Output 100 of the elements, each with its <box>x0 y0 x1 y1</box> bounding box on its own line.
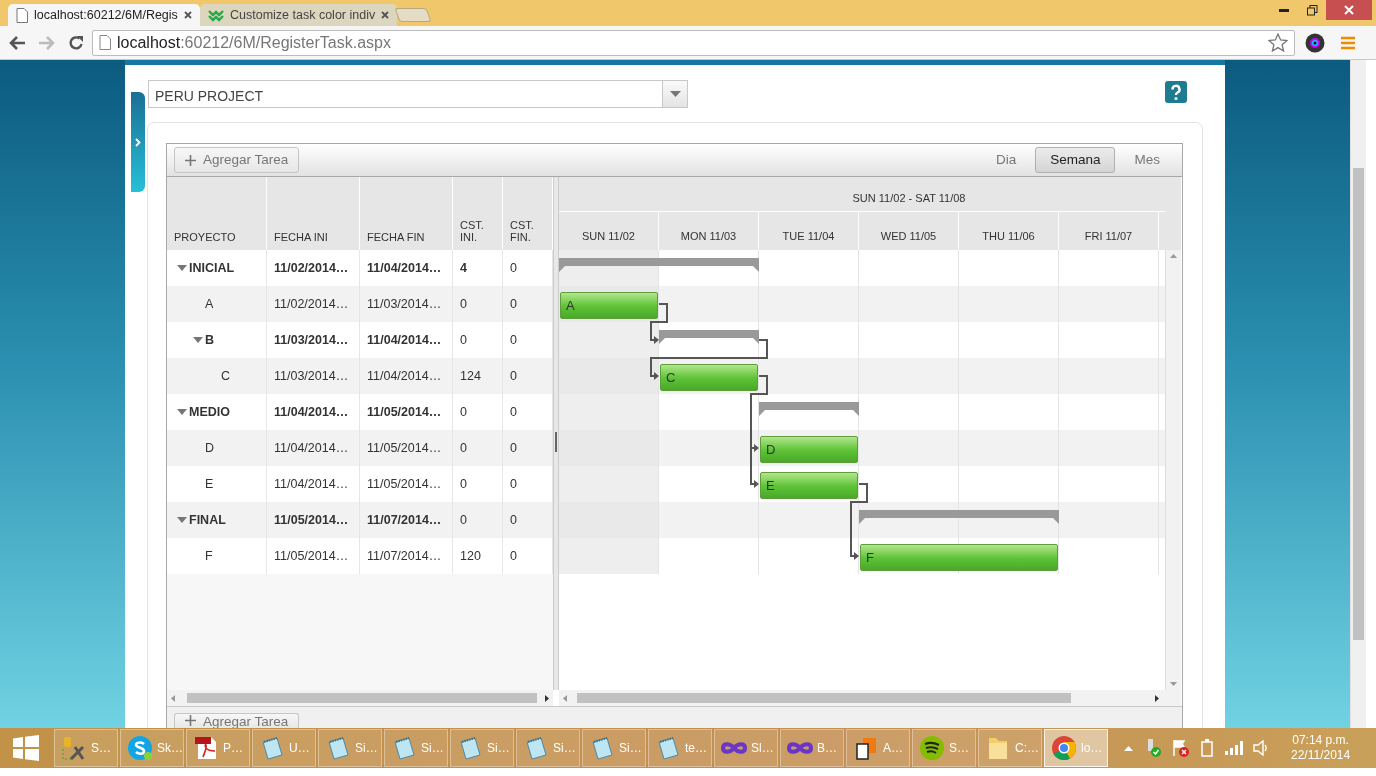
minimize-icon <box>1279 8 1289 12</box>
notepad-icon <box>325 735 351 761</box>
view-tab[interactable]: Semana <box>1035 147 1116 173</box>
taskbar-item[interactable]: P… <box>186 729 250 767</box>
splitter-handle[interactable] <box>555 432 557 452</box>
signal-icon[interactable] <box>1225 741 1243 755</box>
task-name: B <box>205 331 215 349</box>
table-row[interactable]: MEDIO 11/04/2014… 11/05/2014… 0 0 <box>167 394 553 430</box>
project-dropdown[interactable]: PERU PROJECT <box>148 80 688 108</box>
close-button[interactable] <box>1326 0 1372 20</box>
chevron-right-icon <box>135 137 141 147</box>
scrollbar[interactable] <box>167 690 553 706</box>
scrollbar[interactable] <box>1165 250 1181 690</box>
chevron-logo-icon <box>208 8 224 22</box>
scrollbar[interactable] <box>559 690 1181 706</box>
view-tab[interactable]: Dia <box>980 147 1032 173</box>
task-bar[interactable]: A <box>560 292 658 319</box>
taskbar-item[interactable]: S… <box>54 729 118 767</box>
scroll-left-icon[interactable] <box>563 694 567 702</box>
task-name: INICIAL <box>189 259 235 277</box>
camera-icon[interactable] <box>1305 32 1325 53</box>
expand-toggle-icon[interactable] <box>177 264 187 272</box>
scrollbar-thumb[interactable] <box>1353 168 1364 640</box>
scrollbar-thumb[interactable] <box>187 693 537 703</box>
side-panel-tab[interactable] <box>131 92 145 192</box>
table-row[interactable]: C 11/03/2014… 11/04/2014… 124 0 <box>167 358 553 394</box>
table-row[interactable]: F 11/05/2014… 11/07/2014… 120 0 <box>167 538 553 574</box>
table-row[interactable]: A 11/02/2014… 11/03/2014… 0 0 <box>167 286 553 322</box>
scroll-left-icon[interactable] <box>171 694 175 702</box>
add-task-button[interactable]: Agregar Tarea <box>174 147 300 173</box>
table-row[interactable]: B 11/03/2014… 11/04/2014… 0 0 <box>167 322 553 358</box>
table-cell: 120 <box>453 538 503 574</box>
flag-icon[interactable] <box>1171 739 1189 757</box>
close-icon[interactable] <box>184 11 192 19</box>
table-cell: F <box>167 538 267 574</box>
add-task-button[interactable]: Agregar Tarea <box>174 713 300 728</box>
taskbar-item[interactable]: Si… <box>582 729 646 767</box>
notepad-icon <box>259 735 285 761</box>
browser-tab[interactable]: Customize task color indiv <box>200 4 398 26</box>
notepad-icon <box>523 735 549 761</box>
notepad-icon <box>655 735 681 761</box>
files-icon <box>853 735 879 761</box>
taskbar-item[interactable]: B… <box>780 729 844 767</box>
browser-tab[interactable]: localhost:60212/6M/Regis <box>8 4 200 26</box>
show-hidden-icon[interactable] <box>1124 745 1133 751</box>
restore-icon <box>1306 4 1318 16</box>
music-icon <box>919 735 945 761</box>
plus-icon <box>185 154 196 166</box>
scroll-up-icon[interactable] <box>1170 254 1177 258</box>
chat-icon <box>127 735 153 761</box>
notepad-icon <box>391 735 417 761</box>
taskbar-item[interactable]: U… <box>252 729 316 767</box>
taskbar-item[interactable]: Sk… <box>120 729 184 767</box>
expand-toggle-icon[interactable] <box>193 336 203 344</box>
address-bar[interactable]: localhost:60212/6M/RegisterTask.aspx <box>92 29 1295 56</box>
task-bar[interactable]: D <box>760 436 858 463</box>
volume-icon[interactable] <box>1253 740 1269 756</box>
taskbar-item[interactable]: Si… <box>516 729 580 767</box>
menu-icon[interactable] <box>1341 35 1355 50</box>
taskbar-item[interactable]: Si… <box>384 729 448 767</box>
taskbar-item[interactable]: A… <box>846 729 910 767</box>
table-cell: 11/07/2014… <box>360 538 453 574</box>
task-name: MEDIO <box>189 403 230 421</box>
browser-icon <box>1051 735 1077 761</box>
taskbar-item[interactable]: Si… <box>450 729 514 767</box>
clock-time[interactable]: 07:14 p.m. <box>1291 733 1351 748</box>
scroll-right-icon[interactable] <box>1155 694 1159 702</box>
star-icon[interactable] <box>1268 33 1288 52</box>
page-icon <box>16 7 28 23</box>
help-icon[interactable] <box>1165 81 1187 103</box>
expand-toggle-icon[interactable] <box>177 516 187 524</box>
reload-icon[interactable] <box>68 34 84 51</box>
close-icon <box>1344 5 1354 15</box>
battery-icon[interactable] <box>1199 739 1215 757</box>
taskbar-item[interactable]: S… <box>912 729 976 767</box>
task-bar[interactable]: C <box>660 364 758 391</box>
page-icon <box>99 35 111 50</box>
close-icon[interactable] <box>381 11 390 19</box>
taskbar-item[interactable]: Sl… <box>714 729 778 767</box>
scrollbar[interactable] <box>1350 60 1366 728</box>
taskbar-item[interactable]: C:… <box>978 729 1042 767</box>
clock-date[interactable]: 22/11/2014 <box>1291 748 1351 763</box>
table-row[interactable]: INICIAL 11/02/2014… 11/04/2014… 4 0 <box>167 250 553 286</box>
table-row[interactable]: E 11/04/2014… 11/05/2014… 0 0 <box>167 466 553 502</box>
taskbar-item[interactable]: te… <box>648 729 712 767</box>
forward-icon[interactable] <box>38 34 56 51</box>
table-row[interactable]: D 11/04/2014… 11/05/2014… 0 0 <box>167 430 553 466</box>
task-bar[interactable]: E <box>760 472 858 499</box>
back-icon[interactable] <box>8 34 26 51</box>
windows-logo-icon <box>13 735 39 761</box>
scroll-right-icon[interactable] <box>545 694 549 702</box>
expand-toggle-icon[interactable] <box>177 408 187 416</box>
table-row[interactable]: FINAL 11/05/2014… 11/07/2014… 0 0 <box>167 502 553 538</box>
scroll-down-icon[interactable] <box>1170 682 1177 686</box>
notepad-icon <box>457 735 483 761</box>
scrollbar-thumb[interactable] <box>577 693 1071 703</box>
taskbar-item[interactable]: Si… <box>318 729 382 767</box>
task-bar[interactable]: F <box>860 544 1058 571</box>
tools-icon <box>61 735 87 761</box>
view-tab[interactable]: Mes <box>1119 147 1175 173</box>
